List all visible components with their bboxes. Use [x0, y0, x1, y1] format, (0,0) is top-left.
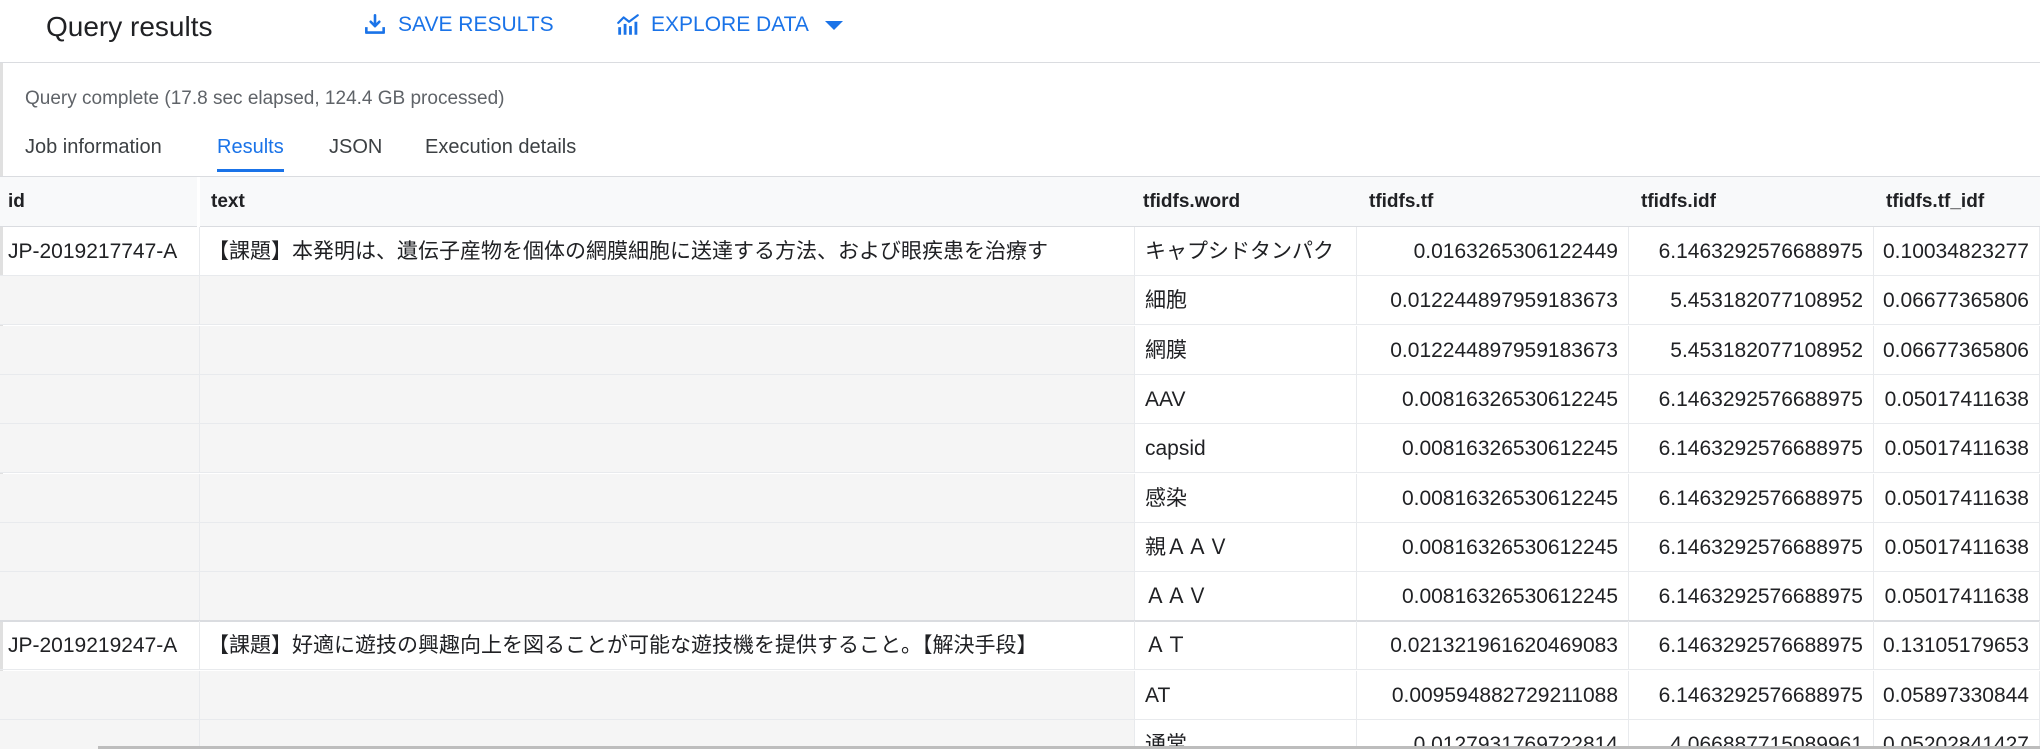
explore-data-label: EXPLORE DATA: [651, 13, 809, 36]
explore-data-button[interactable]: EXPLORE DATA: [615, 12, 843, 38]
cell-tf[interactable]: 0.009594882729211088: [1357, 670, 1629, 720]
save-results-button[interactable]: SAVE RESULTS: [362, 12, 554, 38]
cell-tf[interactable]: 0.00816326530612245: [1357, 572, 1629, 622]
cell-text[interactable]: [200, 720, 1135, 749]
cell-id[interactable]: [0, 720, 200, 749]
cell-text[interactable]: 【課題】本発明は、遺伝子産物を個体の網膜細胞に送達する方法、および眼疾患を治療す: [200, 227, 1135, 276]
cell-text[interactable]: [200, 325, 1135, 375]
cell-id[interactable]: JP-2019217747-A: [0, 227, 200, 276]
column-header-id[interactable]: id: [0, 177, 197, 227]
cell-tf[interactable]: 0.021321961620469083: [1357, 621, 1629, 671]
save-results-label: SAVE RESULTS: [398, 13, 554, 36]
cell-idf[interactable]: 6.1463292576688975: [1629, 473, 1874, 523]
cell-idf[interactable]: 5.453182077108952: [1629, 276, 1874, 326]
caret-down-icon[interactable]: [824, 20, 843, 30]
cell-id[interactable]: [0, 522, 200, 572]
cell-word[interactable]: AAV: [1135, 374, 1357, 424]
cell-word[interactable]: 感染: [1135, 473, 1357, 523]
results-tabs: Job information Results JSON Execution d…: [0, 128, 2040, 177]
query-status: Query complete (17.8 sec elapsed, 124.4 …: [25, 88, 505, 109]
cell-idf[interactable]: 5.453182077108952: [1629, 325, 1874, 375]
cell-word[interactable]: 細胞: [1135, 276, 1357, 326]
cell-word[interactable]: 親ＡＡＶ: [1135, 522, 1357, 572]
chart-trend-icon: [617, 14, 639, 35]
cell-tf-idf[interactable]: 0.05017411638: [1874, 473, 2040, 523]
cell-word[interactable]: AT: [1135, 670, 1357, 720]
cell-idf[interactable]: 6.1463292576688975: [1629, 621, 1874, 671]
cell-id[interactable]: [0, 374, 200, 424]
results-table: id text tfidfs.word tfidfs.tf tfidfs.idf…: [0, 177, 2040, 749]
cell-tf-idf[interactable]: 0.05017411638: [1874, 572, 2040, 622]
cell-text[interactable]: [200, 670, 1135, 720]
download-icon: [365, 13, 385, 34]
column-header-tf[interactable]: tfidfs.tf: [1357, 177, 1629, 227]
cell-id[interactable]: [0, 424, 200, 474]
cell-idf[interactable]: 6.1463292576688975: [1629, 572, 1874, 622]
column-header-text[interactable]: text: [200, 177, 1135, 227]
column-header-word[interactable]: tfidfs.word: [1135, 177, 1357, 227]
cell-idf[interactable]: 6.1463292576688975: [1629, 522, 1874, 572]
cell-tf[interactable]: 0.00816326530612245: [1357, 424, 1629, 474]
cell-tf[interactable]: 0.00816326530612245: [1357, 374, 1629, 424]
cell-text[interactable]: [200, 374, 1135, 424]
cell-tf[interactable]: 0.012244897959183673: [1357, 325, 1629, 375]
cell-text[interactable]: 【課題】好適に遊技の興趣向上を図ることが可能な遊技機を提供すること。【解決手段】: [200, 621, 1135, 671]
tab-execution-details[interactable]: Execution details: [425, 136, 576, 169]
cell-text[interactable]: [200, 276, 1135, 326]
cell-text[interactable]: [200, 424, 1135, 474]
cell-tf[interactable]: 0.00816326530612245: [1357, 473, 1629, 523]
cell-tf-idf[interactable]: 0.13105179653: [1874, 621, 2040, 671]
tab-results[interactable]: Results: [217, 136, 284, 172]
cell-tf-idf[interactable]: 0.05017411638: [1874, 374, 2040, 424]
cell-id[interactable]: [0, 572, 200, 622]
cell-idf[interactable]: 4.066887715089961: [1629, 720, 1874, 749]
cell-word[interactable]: キャプシドタンパク: [1135, 227, 1357, 276]
cell-id[interactable]: [0, 670, 200, 720]
cell-tf-idf[interactable]: 0.06677365806: [1874, 325, 2040, 375]
cell-id[interactable]: [0, 276, 200, 326]
cell-tf-idf[interactable]: 0.06677365806: [1874, 276, 2040, 326]
cell-tf[interactable]: 0.0127931769722814: [1357, 720, 1629, 749]
cell-text[interactable]: [200, 572, 1135, 622]
cell-tf-idf[interactable]: 0.05017411638: [1874, 424, 2040, 474]
cell-tf[interactable]: 0.012244897959183673: [1357, 276, 1629, 326]
column-header-tf-idf[interactable]: tfidfs.tf_idf: [1874, 177, 2040, 227]
column-header-idf[interactable]: tfidfs.idf: [1629, 177, 1874, 227]
cell-text[interactable]: [200, 522, 1135, 572]
cell-word[interactable]: 網膜: [1135, 325, 1357, 375]
cell-tf[interactable]: 0.0163265306122449: [1357, 227, 1629, 276]
cell-word[interactable]: 通常: [1135, 720, 1357, 749]
cell-word[interactable]: ＡＡＶ: [1135, 572, 1357, 622]
cell-tf-idf[interactable]: 0.05017411638: [1874, 522, 2040, 572]
cell-text[interactable]: [200, 473, 1135, 523]
cell-word[interactable]: capsid: [1135, 424, 1357, 474]
cell-tf[interactable]: 0.00816326530612245: [1357, 522, 1629, 572]
tab-json[interactable]: JSON: [329, 136, 382, 169]
results-header: Query results SAVE RESULTS EXPLORE DATA: [0, 0, 2040, 63]
cell-id[interactable]: [0, 325, 200, 375]
page-title: Query results: [46, 11, 213, 42]
cell-idf[interactable]: 6.1463292576688975: [1629, 424, 1874, 474]
cell-tf-idf[interactable]: 0.10034823277: [1874, 227, 2040, 276]
cell-id[interactable]: JP-2019219247-A: [0, 621, 200, 671]
cell-idf[interactable]: 6.1463292576688975: [1629, 670, 1874, 720]
cell-idf[interactable]: 6.1463292576688975: [1629, 374, 1874, 424]
cell-tf-idf[interactable]: 0.05202841427: [1874, 720, 2040, 749]
cell-tf-idf[interactable]: 0.05897330844: [1874, 670, 2040, 720]
tab-job-information[interactable]: Job information: [25, 136, 162, 169]
cell-idf[interactable]: 6.1463292576688975: [1629, 227, 1874, 276]
cell-word[interactable]: ＡＴ: [1135, 621, 1357, 671]
cell-id[interactable]: [0, 473, 200, 523]
